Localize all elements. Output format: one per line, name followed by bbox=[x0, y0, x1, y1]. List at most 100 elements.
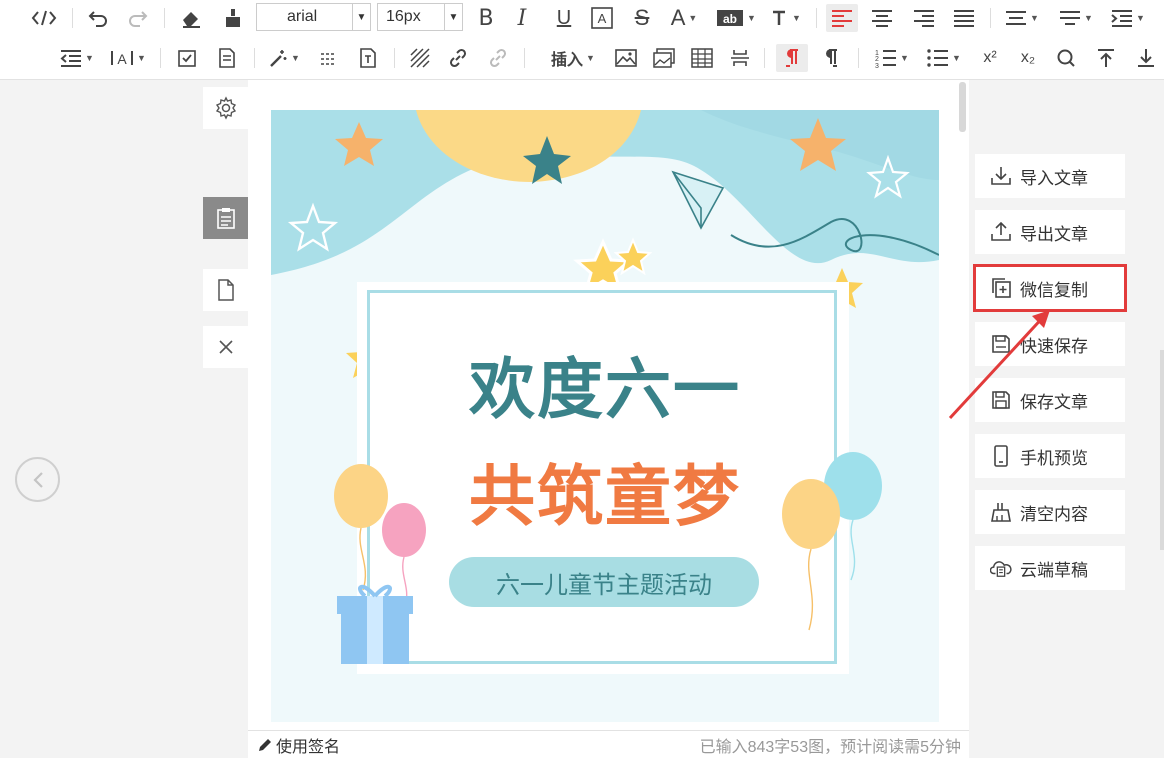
align-left-button[interactable] bbox=[826, 4, 858, 32]
font-family-select[interactable]: arial ▼ bbox=[256, 3, 371, 31]
pilcrow-icon bbox=[826, 49, 837, 67]
phone-preview-icon bbox=[990, 445, 1012, 467]
svg-text:ab: ab bbox=[723, 12, 737, 26]
link-button[interactable] bbox=[444, 44, 472, 72]
strikethrough-button[interactable]: S bbox=[628, 4, 656, 32]
line-height-button[interactable]: ▼ bbox=[1000, 4, 1044, 32]
ltr-paragraph-button[interactable] bbox=[816, 44, 846, 72]
code-icon bbox=[31, 10, 57, 26]
insert-gallery-button[interactable] bbox=[650, 44, 678, 72]
text-style-button[interactable]: ▼ bbox=[768, 4, 804, 32]
wechat-copy-label: 微信复制 bbox=[1020, 280, 1088, 300]
rtl-paragraph-button[interactable] bbox=[776, 44, 808, 72]
strikethrough-icon: S bbox=[634, 5, 650, 30]
insert-menu-button[interactable]: 插入 ▼ bbox=[544, 44, 602, 72]
editor-scrollbar[interactable] bbox=[959, 82, 966, 132]
svg-text:3: 3 bbox=[875, 63, 879, 68]
poster-subtitle-pill: 六一儿童节主题活动 bbox=[449, 557, 759, 607]
border-text-button[interactable]: A bbox=[588, 4, 616, 32]
outdent-icon bbox=[60, 50, 82, 67]
cloud-draft-icon bbox=[990, 557, 1012, 579]
font-size-select[interactable]: 16px ▼ bbox=[377, 3, 463, 31]
ordered-list-icon: 123 bbox=[875, 50, 897, 68]
cloud-draft-button[interactable]: 云端草稿 bbox=[975, 546, 1125, 590]
scroll-top-button[interactable] bbox=[1092, 44, 1120, 72]
svg-text:2: 2 bbox=[875, 56, 879, 63]
underline-button[interactable]: U bbox=[550, 4, 578, 32]
settings-icon bbox=[215, 96, 236, 120]
export-article-button[interactable]: 导出文章 bbox=[975, 210, 1125, 254]
undo-button[interactable] bbox=[82, 4, 114, 32]
paste-button[interactable] bbox=[203, 197, 248, 239]
bold-button[interactable]: B bbox=[472, 4, 500, 32]
insert-image-button[interactable] bbox=[612, 44, 640, 72]
highlight-ab-icon: ab bbox=[717, 10, 744, 26]
font-family-value: arial bbox=[287, 8, 318, 25]
find-replace-button[interactable] bbox=[1052, 44, 1080, 72]
poster-title-line2: 共筑童梦 bbox=[469, 458, 741, 535]
paragraph-spacing-button[interactable]: ▼ bbox=[1054, 4, 1098, 32]
toolbar-row-1: arial ▼ 16px ▼ B I U A S A ▼ ab ▼ ▼ ▼ ▼ … bbox=[0, 0, 1164, 36]
left-gutter bbox=[0, 80, 248, 758]
background-pattern-button[interactable] bbox=[406, 44, 434, 72]
poster-title-line1: 欢度六一 bbox=[469, 351, 741, 428]
font-color-button[interactable]: A ▼ bbox=[666, 4, 702, 32]
letter-spacing-button[interactable]: A ▼ bbox=[106, 44, 150, 72]
bold-icon: B bbox=[478, 5, 494, 31]
divider-style-button[interactable] bbox=[314, 44, 342, 72]
outdent-button[interactable]: ▼ bbox=[56, 44, 98, 72]
clear-content-button[interactable]: 清空内容 bbox=[975, 490, 1125, 534]
align-center-button[interactable] bbox=[866, 4, 898, 32]
phone-preview-label: 手机预览 bbox=[1020, 448, 1088, 468]
redo-button[interactable] bbox=[122, 4, 154, 32]
new-document-button[interactable] bbox=[203, 269, 248, 311]
previous-page-button[interactable] bbox=[15, 457, 60, 502]
insert-divider-button[interactable] bbox=[726, 44, 754, 72]
export-article-label: 导出文章 bbox=[1020, 224, 1088, 244]
subscript-button[interactable]: x₂ bbox=[1014, 44, 1042, 72]
align-right-button[interactable] bbox=[908, 4, 940, 32]
close-icon bbox=[218, 340, 233, 354]
unordered-list-button[interactable]: ▼ bbox=[922, 44, 966, 72]
checklist-button[interactable] bbox=[172, 44, 202, 72]
indent-button[interactable]: ▼ bbox=[1106, 4, 1150, 32]
image-icon bbox=[615, 49, 637, 67]
subscript-icon: x₂ bbox=[1020, 49, 1036, 66]
magic-button[interactable]: ▼ bbox=[264, 44, 304, 72]
phone-preview-button[interactable]: 手机预览 bbox=[975, 434, 1125, 478]
lines-icon bbox=[321, 53, 335, 65]
insert-label: 插入 bbox=[551, 52, 584, 69]
close-button[interactable] bbox=[203, 326, 248, 368]
use-signature-button[interactable]: 使用签名 bbox=[258, 733, 340, 757]
format-painter-button[interactable] bbox=[216, 4, 250, 32]
superscript-button[interactable]: x² bbox=[976, 44, 1004, 72]
clear-content-label: 清空内容 bbox=[1020, 504, 1088, 524]
svg-text:A: A bbox=[598, 11, 607, 26]
status-bar: 使用签名 已输入843字53图，预计阅读需5分钟 bbox=[248, 730, 969, 758]
justify-button[interactable] bbox=[948, 4, 980, 32]
textbox-button[interactable] bbox=[354, 44, 382, 72]
eraser-button[interactable] bbox=[174, 4, 208, 32]
scroll-bottom-button[interactable] bbox=[1132, 44, 1160, 72]
chevron-left-icon bbox=[32, 471, 43, 488]
unlink-button[interactable] bbox=[484, 44, 512, 72]
insert-table-button[interactable] bbox=[688, 44, 716, 72]
import-article-button[interactable]: 导入文章 bbox=[975, 154, 1125, 198]
ordered-list-button[interactable]: 1 2 3 ▼ bbox=[870, 44, 914, 72]
cloud-draft-label: 云端草稿 bbox=[1020, 560, 1088, 580]
svg-text:A: A bbox=[117, 51, 127, 67]
signature-label: 使用签名 bbox=[276, 738, 341, 756]
panel-scrollbar[interactable] bbox=[1160, 350, 1164, 550]
paragraph-spacing-icon bbox=[1060, 11, 1081, 25]
magic-wand-icon bbox=[270, 50, 287, 67]
line-height-icon bbox=[1006, 11, 1027, 25]
settings-button[interactable] bbox=[203, 87, 248, 129]
background-color-button[interactable]: ab ▼ bbox=[714, 4, 758, 32]
template-button[interactable] bbox=[212, 44, 242, 72]
boxed-a-icon: A bbox=[591, 7, 613, 29]
italic-button[interactable]: I bbox=[508, 4, 536, 32]
source-code-button[interactable] bbox=[26, 4, 62, 32]
editor-canvas[interactable]: 欢度六一 共筑童梦 六一儿童节主题活动 使用签名 已输入843字53图，预计阅读… bbox=[248, 80, 969, 758]
redo-icon bbox=[129, 11, 148, 27]
wechat-copy-icon bbox=[990, 277, 1012, 299]
